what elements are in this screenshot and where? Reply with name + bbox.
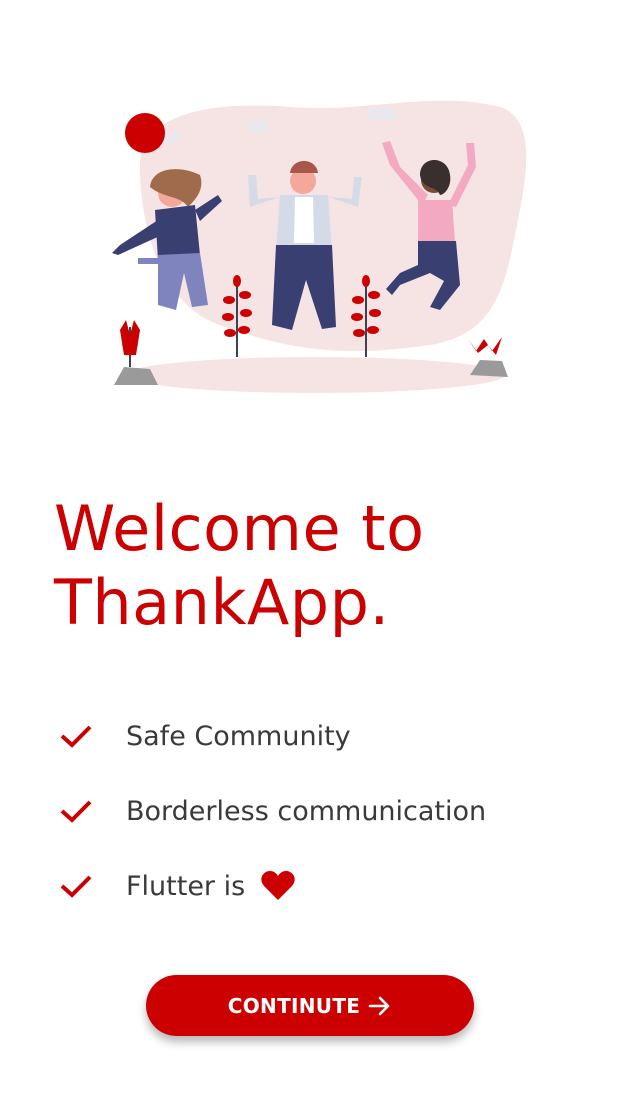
feature-label: Borderless communication (126, 795, 487, 827)
title-line-1: Welcome to (54, 492, 425, 565)
feature-item-safe-community: Safe Community (58, 716, 351, 756)
title-line-2: ThankApp. (54, 566, 390, 639)
continue-button[interactable]: CONTINUTE (146, 975, 474, 1036)
feature-item-borderless-communication: Borderless communication (58, 791, 486, 831)
people-jumping-illustration (112, 100, 527, 393)
continue-button-label: CONTINUTE (227, 993, 361, 1018)
feature-item-flutter: Flutter is (58, 866, 295, 906)
arrow-right-icon (368, 996, 390, 1015)
page-title: Welcome to ThankApp. (54, 492, 425, 640)
check-icon (60, 875, 92, 898)
check-icon (60, 725, 92, 748)
heart-icon (261, 871, 295, 900)
feature-label: Flutter is (126, 870, 246, 902)
check-icon (60, 800, 92, 823)
feature-label: Safe Community (126, 720, 351, 752)
